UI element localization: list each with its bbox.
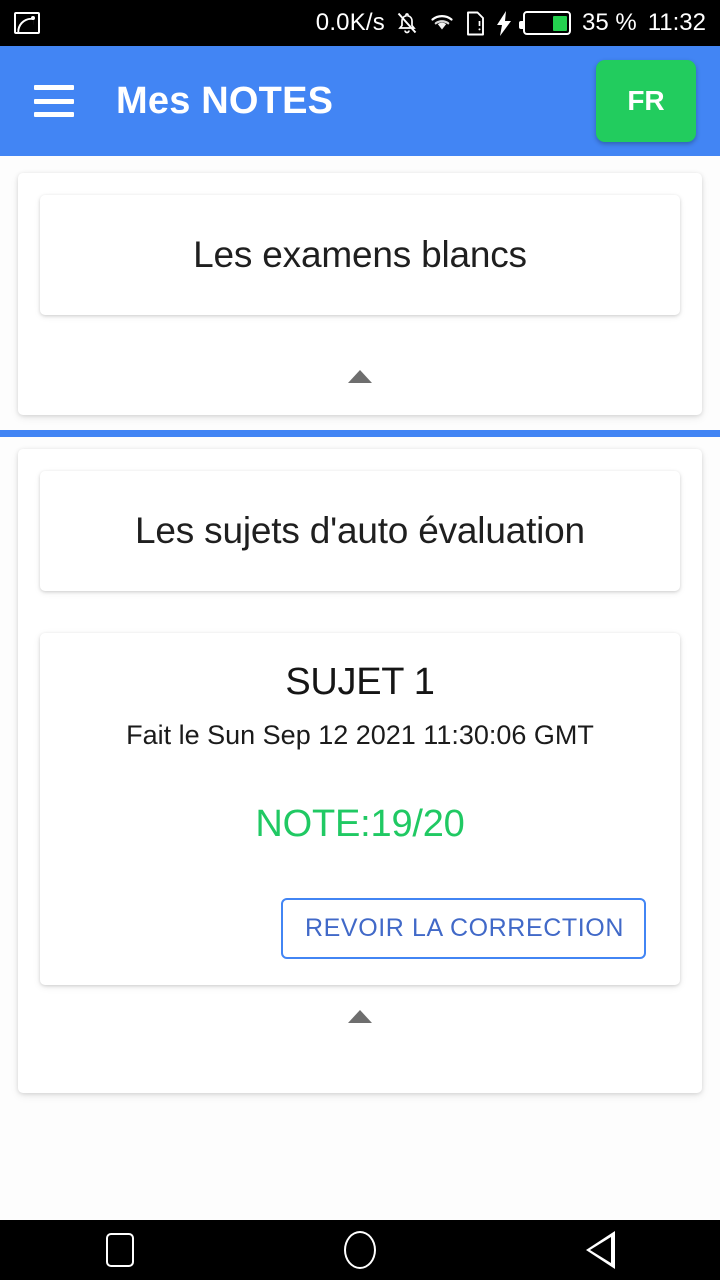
- list-item[interactable]: SUJET 1 Fait le Sun Sep 12 2021 11:30:06…: [40, 633, 680, 985]
- clock-label: 11:32: [647, 9, 706, 36]
- battery-icon: [519, 11, 572, 35]
- home-button[interactable]: [300, 1220, 420, 1280]
- square-recents-icon: [106, 1233, 134, 1267]
- section-autoeval: Les sujets d'auto évaluation SUJET 1 Fai…: [18, 449, 702, 1093]
- triangle-up-icon: [348, 369, 372, 383]
- battery-percent-label: 35 %: [582, 9, 637, 36]
- section-autoeval-header[interactable]: Les sujets d'auto évaluation: [40, 471, 680, 591]
- subject-title: SUJET 1: [285, 661, 435, 703]
- app-root: 0.0K/s 35 % 11:32 Mes NOTES FR Les exame…: [0, 0, 720, 1280]
- review-correction-button[interactable]: REVOIR LA CORRECTION: [281, 898, 646, 959]
- section-autoeval-collapse-toggle[interactable]: [18, 985, 702, 1047]
- bell-mute-icon: [396, 11, 418, 35]
- android-navigation-bar: [0, 1220, 720, 1280]
- section-exams: Les examens blancs: [18, 173, 702, 415]
- back-button[interactable]: [540, 1220, 660, 1280]
- hamburger-menu-icon[interactable]: [34, 85, 74, 117]
- image-icon: [14, 12, 40, 34]
- subject-date: Fait le Sun Sep 12 2021 11:30:06 GMT: [126, 720, 594, 750]
- lightning-bolt-icon: [496, 10, 512, 36]
- section-exams-collapse-toggle[interactable]: [18, 337, 702, 415]
- triangle-back-icon: [585, 1231, 615, 1269]
- wifi-icon: [429, 12, 455, 34]
- status-bar-right: 0.0K/s 35 % 11:32: [316, 9, 706, 37]
- section-exams-title: Les examens blancs: [193, 234, 527, 275]
- status-bar: 0.0K/s 35 % 11:32: [0, 0, 720, 46]
- sim-card-icon: [466, 11, 485, 36]
- section-divider: [0, 430, 720, 437]
- main-content: Les examens blancs Les sujets d'auto éva…: [0, 156, 720, 1220]
- section-exams-header[interactable]: Les examens blancs: [40, 195, 680, 315]
- circle-home-icon: [344, 1231, 376, 1269]
- app-bar: Mes NOTES FR: [0, 46, 720, 156]
- subject-action-row: REVOIR LA CORRECTION: [64, 898, 656, 959]
- status-bar-left: [14, 12, 40, 34]
- network-speed-label: 0.0K/s: [315, 9, 386, 36]
- subject-note: NOTE:19/20: [255, 803, 465, 845]
- recents-button[interactable]: [60, 1220, 180, 1280]
- page-title: Mes NOTES: [116, 79, 334, 122]
- section-autoeval-title: Les sujets d'auto évaluation: [135, 510, 585, 551]
- language-button[interactable]: FR: [596, 60, 696, 142]
- triangle-up-icon: [348, 1009, 372, 1023]
